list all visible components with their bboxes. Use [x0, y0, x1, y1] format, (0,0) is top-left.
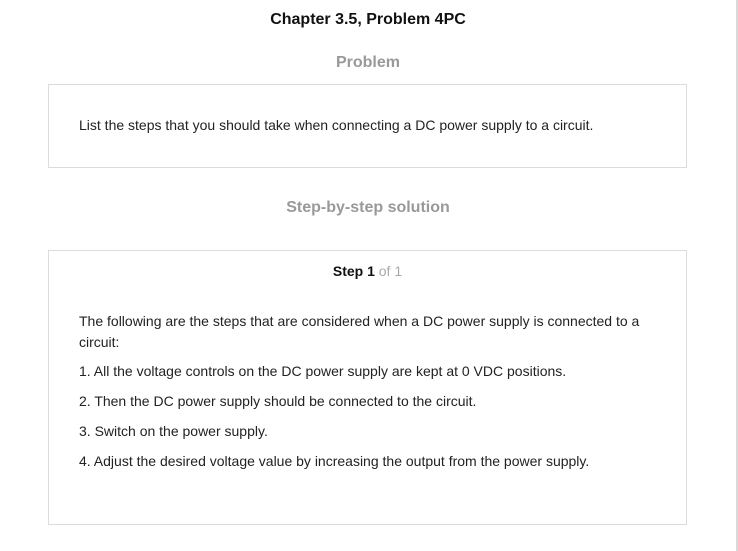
solution-step-item: 4. Adjust the desired voltage value by i… [79, 453, 590, 469]
problem-heading: Problem [335, 54, 400, 71]
solution-step-item: 2. Then the DC power supply should be co… [79, 393, 477, 409]
chapter-title: Chapter 3.5, Problem 4PC [270, 11, 466, 28]
solution-intro: The following are the steps that are con… [79, 313, 640, 350]
problem-text: List the steps that you should take when… [79, 117, 594, 133]
step-header: Step 1 of 1 [49, 263, 686, 279]
step-label: Step 1 [332, 263, 375, 279]
step-count: of 1 [378, 263, 403, 279]
solution-heading: Step-by-step solution [286, 199, 450, 216]
problem-box: List the steps that you should take when… [48, 84, 687, 168]
solution-step-item: 1. All the voltage controls on the DC po… [79, 363, 567, 379]
solution-step-item: 3. Switch on the power supply. [79, 423, 268, 439]
solution-box: Step 1 of 1 The following are the steps … [48, 250, 687, 525]
solution-body: The following are the steps that are con… [79, 311, 656, 481]
